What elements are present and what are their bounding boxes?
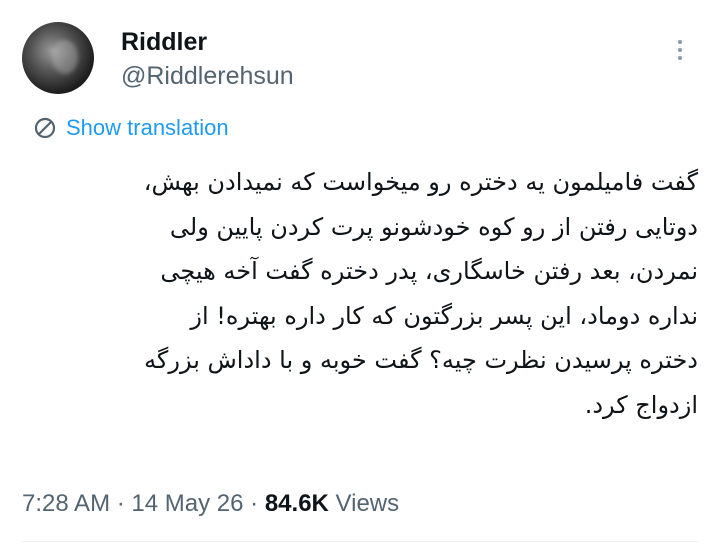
views-count[interactable]: 84.6K xyxy=(265,490,329,517)
avatar[interactable] xyxy=(22,22,94,94)
show-translation-label: Show translation xyxy=(66,115,229,140)
tweet-meta: 7:28 AM · 14 May 26 · 84.6K Views xyxy=(22,489,399,519)
tweet-text-line: ازدواج کرد. xyxy=(584,390,698,419)
tweet-text: گفت فامیلمون یه دختره رو میخواست که نمید… xyxy=(22,160,698,427)
tweet-date[interactable]: 14 May 26 xyxy=(131,490,243,517)
tweet-text-line: دختره پرسیدن نظرت چیه؟ گفت خوبه و با داد… xyxy=(144,346,698,374)
meta-separator: · xyxy=(116,490,125,517)
tweet-text-line: نداره دوماد، این پسر بزرگتون که کار داره… xyxy=(190,301,698,330)
translate-icon xyxy=(34,117,56,139)
divider xyxy=(22,541,698,542)
meta-separator: · xyxy=(250,490,259,517)
more-options-button[interactable] xyxy=(666,36,694,64)
show-translation-link[interactable]: Show translation xyxy=(32,112,229,144)
more-vertical-icon xyxy=(678,40,682,44)
user-handle[interactable]: @Riddlerehsun xyxy=(121,61,294,91)
tweet-time[interactable]: 7:28 AM xyxy=(22,490,110,517)
display-name[interactable]: Riddler xyxy=(121,27,207,57)
views-label: Views xyxy=(335,490,400,517)
tweet-text-line: دوتایی رفتن از رو کوه خودشونو پرت کردن پ… xyxy=(169,212,698,241)
tweet-text-line: گفت فامیلمون یه دختره رو میخواست که نمید… xyxy=(143,168,698,196)
tweet-text-line: نمردن، بعد رفتن خاسگاری، پدر دختره گفت آ… xyxy=(160,257,698,285)
